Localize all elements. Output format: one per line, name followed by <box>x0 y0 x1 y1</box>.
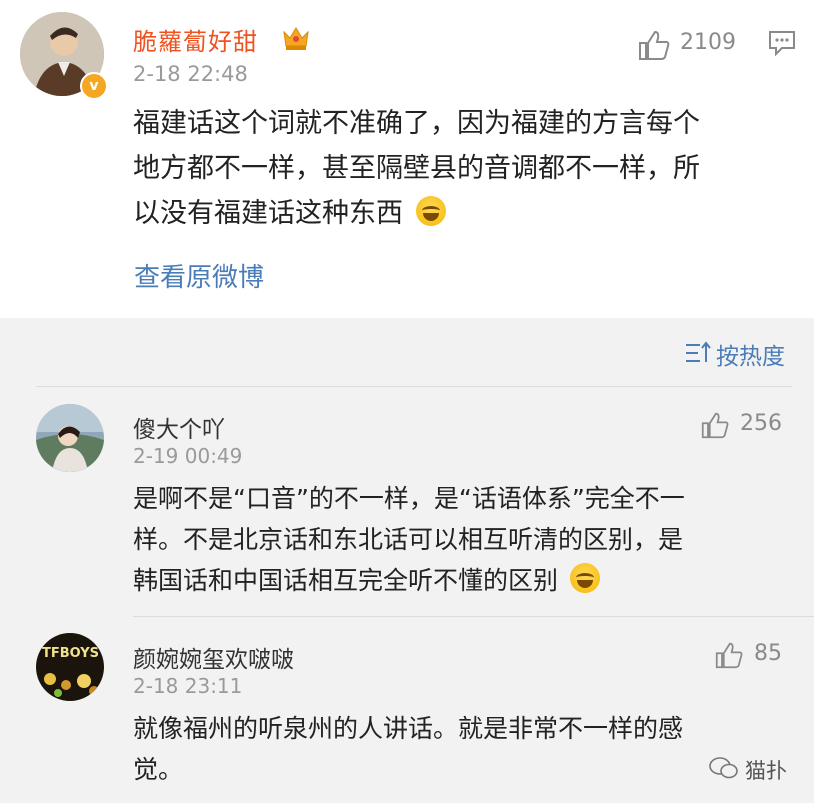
comment-author[interactable]: 颜婉婉玺欢啵啵 <box>133 640 294 674</box>
commenter-avatar[interactable] <box>36 404 104 472</box>
watermark-text: 猫扑 <box>745 759 787 783</box>
laughing-emoji-icon <box>415 196 446 226</box>
post-author-name[interactable]: 脆蘿蔔好甜 <box>133 22 258 57</box>
post-time: 2-18 22:48 <box>133 62 248 86</box>
post-text-line: 地方都不一样，甚至隔壁县的音调都不一样，所 <box>133 153 700 184</box>
comment-time: 2-19 00:49 <box>133 444 243 468</box>
post-text-line: 福建话这个词就不准确了，因为福建的方言每个 <box>133 108 700 139</box>
sort-icon[interactable] <box>684 340 712 370</box>
comment-text-line: 韩国话和中国话相互完全听不懂的区别 <box>133 560 783 601</box>
comment-text-line: 是啊不是“口音”的不一样，是“话语体系”完全不一 <box>133 484 685 513</box>
like-icon[interactable] <box>637 29 671 67</box>
like-count: 2109 <box>680 30 736 55</box>
comment-time: 2-18 23:11 <box>133 674 243 698</box>
crown-badge-icon <box>281 24 311 58</box>
comment-like-count: 85 <box>754 641 782 666</box>
commenter-avatar[interactable]: TFBOYS <box>36 633 104 701</box>
like-icon[interactable] <box>714 641 744 673</box>
wechat-logo-icon <box>708 755 740 785</box>
svg-text:TFBOYS: TFBOYS <box>42 646 99 661</box>
view-original-link[interactable]: 查看原微博 <box>134 257 264 294</box>
avatar-photo <box>36 404 104 472</box>
comment-text-line: 样。不是北京话和东北话可以相互听清的区别，是 <box>133 525 684 554</box>
comment-body: 就像福州的听泉州的人讲话。就是非常不一样的感 觉。 <box>133 708 783 790</box>
comment-icon[interactable] <box>768 30 796 57</box>
verified-badge-icon: v <box>80 72 108 100</box>
comment-body: 是啊不是“口音”的不一样，是“话语体系”完全不一 样。不是北京话和东北话可以相互… <box>133 478 783 601</box>
post-text-line: 以没有福建话这种东西 <box>133 191 783 236</box>
post-body: 福建话这个词就不准确了，因为福建的方言每个 地方都不一样，甚至隔壁县的音调都不一… <box>133 101 783 236</box>
sort-by-hot-button[interactable]: 按热度 <box>716 337 785 371</box>
comment-text-line: 觉。 <box>133 755 184 784</box>
comment-author[interactable]: 傻大个吖 <box>133 410 225 444</box>
comment-text-line: 就像福州的听泉州的人讲话。就是非常不一样的感 <box>133 714 684 743</box>
crying-laughing-emoji-icon <box>569 563 600 593</box>
like-icon[interactable] <box>700 411 730 443</box>
divider <box>36 386 792 387</box>
avatar-photo: TFBOYS <box>36 633 104 701</box>
divider <box>133 616 814 617</box>
comment-like-count: 256 <box>740 411 782 436</box>
